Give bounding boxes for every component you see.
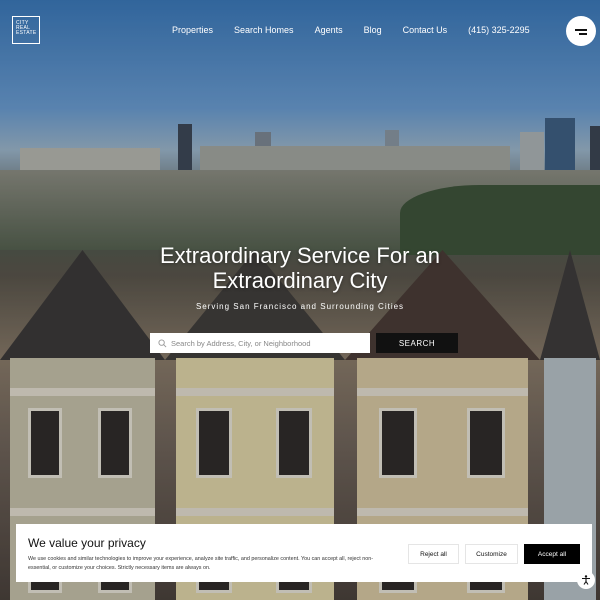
hero-title-line-1: Extraordinary Service For an — [160, 243, 440, 268]
search-input[interactable] — [171, 338, 361, 348]
nav-phone-number[interactable]: (415) 325-2295 — [468, 25, 530, 35]
accessibility-button[interactable] — [577, 571, 595, 589]
nav-properties[interactable]: Properties — [172, 25, 213, 35]
nav-search-homes[interactable]: Search Homes — [234, 25, 294, 35]
search-button[interactable]: SEARCH — [376, 333, 458, 353]
accept-all-button[interactable]: Accept all — [524, 544, 580, 564]
hero-subtitle: Serving San Francisco and Surrounding Ci… — [195, 302, 405, 311]
hero-background — [0, 0, 600, 600]
search-icon — [158, 338, 167, 347]
nav-blog[interactable]: Blog — [364, 25, 382, 35]
logo-line: ESTATE — [16, 30, 37, 36]
reject-all-button[interactable]: Reject all — [408, 544, 459, 564]
cookie-banner: We value your privacy We use cookies and… — [16, 524, 592, 582]
menu-button[interactable] — [566, 16, 596, 46]
cookie-text: We use cookies and similar technologies … — [28, 556, 373, 571]
main-nav: Properties Search Homes Agents Blog Cont… — [172, 25, 530, 35]
nav-agents[interactable]: Agents — [315, 25, 343, 35]
nav-contact-us[interactable]: Contact Us — [403, 25, 448, 35]
cookie-title: We value your privacy — [28, 536, 146, 550]
search-box — [150, 333, 370, 353]
hero-overlay — [0, 0, 600, 600]
customize-button[interactable]: Customize — [465, 544, 518, 564]
hero-title-line-2: Extraordinary City — [212, 268, 388, 293]
accessibility-icon — [582, 575, 590, 585]
hero-title: Extraordinary Service For an Extraordina… — [0, 243, 600, 293]
site-logo[interactable]: CITY REAL ESTATE — [12, 16, 40, 44]
